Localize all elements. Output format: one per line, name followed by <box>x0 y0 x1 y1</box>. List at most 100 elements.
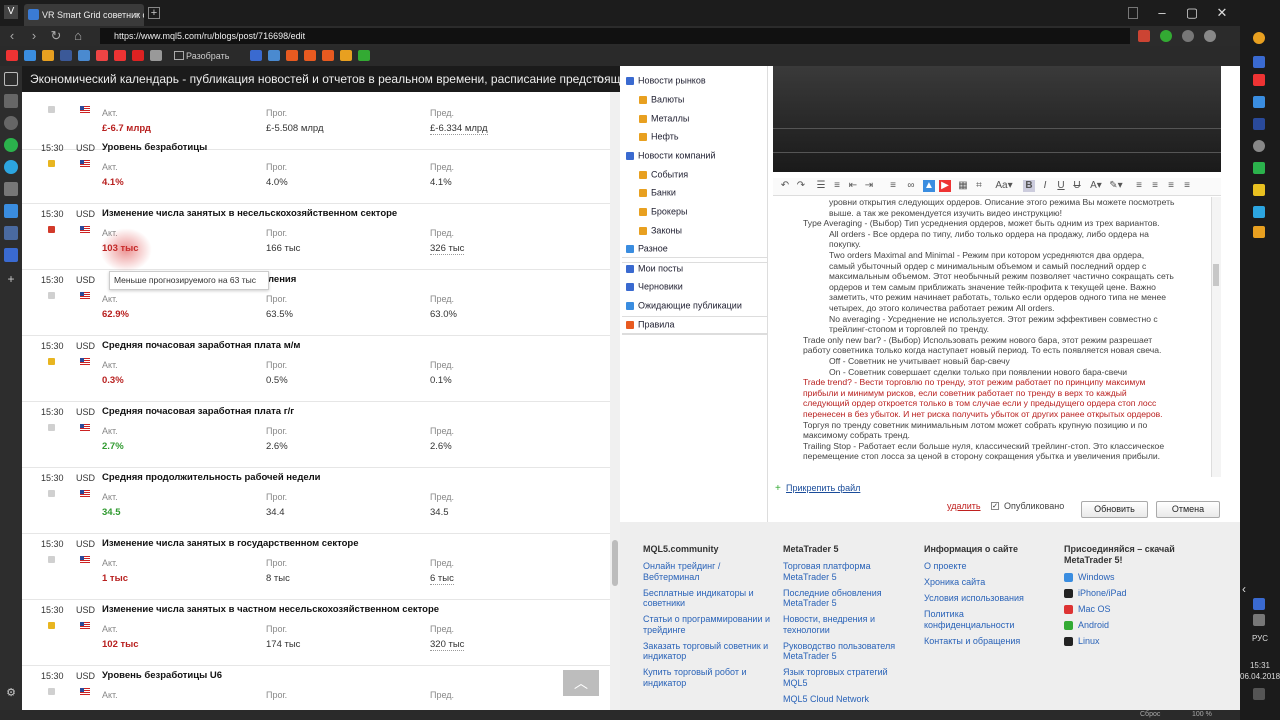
calendar-row[interactable]: 15:30 USD Изменение числа занятых в частно… <box>22 600 610 666</box>
footer-link[interactable]: Заказать торговый советник и индикатор <box>643 641 773 662</box>
footer-link[interactable]: Последние обновления MetaTrader 5 <box>783 588 913 609</box>
bookmarks-panel-icon[interactable] <box>4 72 18 86</box>
panel-icon[interactable] <box>4 182 18 196</box>
event-name[interactable]: Изменение числа занятых в государственно… <box>102 538 359 549</box>
trash-icon[interactable] <box>1128 7 1138 19</box>
footer-link[interactable]: Торговая платформа MetaTrader 5 <box>783 561 913 582</box>
footer-link[interactable]: Windows <box>1064 572 1214 583</box>
footer-link[interactable]: iPhone/iPad <box>1064 588 1214 599</box>
url-field[interactable]: https://www.mql5.com/ru/blogs/post/71669… <box>100 28 1130 44</box>
footer-link[interactable]: О проекте <box>924 561 1054 572</box>
category-item[interactable]: Правила <box>626 319 675 330</box>
highlight-color-icon[interactable]: ✎▾ <box>1107 180 1125 192</box>
app-icon[interactable] <box>1253 74 1265 86</box>
bookmark-icon[interactable] <box>268 50 280 61</box>
minimize-button[interactable]: – <box>1152 4 1172 22</box>
strikethrough-icon[interactable]: U <box>1071 180 1083 192</box>
bookmark-icon[interactable] <box>150 50 162 61</box>
tray-icon[interactable] <box>1253 598 1265 610</box>
chevron-left-icon[interactable]: ‹ <box>1242 582 1256 596</box>
bold-icon[interactable]: B <box>1023 180 1035 192</box>
category-item[interactable]: Банки <box>639 187 676 198</box>
event-name[interactable]: Изменение числа занятых в частном несель… <box>102 604 439 615</box>
category-item[interactable]: Разное <box>626 243 668 254</box>
bookmark-icon[interactable] <box>78 50 90 61</box>
bookmark-icon[interactable] <box>96 50 108 61</box>
category-item[interactable]: События <box>639 169 688 180</box>
calendar-row[interactable]: 15:30 USD Изменение числа занятых в госуда… <box>22 534 610 600</box>
event-name[interactable]: Средняя почасовая заработная плата г/г <box>102 406 294 417</box>
calendar-row[interactable]: 15:30 USD Уровень безработицы Акт. 4.1% Прог.… <box>22 138 610 204</box>
clock[interactable]: 15:31 06.04.2018 <box>1240 660 1280 682</box>
footer-link[interactable]: Онлайн трейдинг / Вебтерминал <box>643 561 773 582</box>
footer-link[interactable]: Linux <box>1064 636 1214 647</box>
bookmark-icon[interactable] <box>250 50 262 61</box>
text-color-icon[interactable]: A▾ <box>1087 180 1105 192</box>
code-icon[interactable]: ⌗ <box>973 180 985 192</box>
bullet-list-icon[interactable]: ☰ <box>815 180 827 192</box>
calendar-scroll-thumb[interactable] <box>612 540 618 586</box>
notifications-icon[interactable] <box>1253 688 1265 700</box>
zoom-level[interactable]: 100 % <box>1192 710 1212 720</box>
align-right-icon[interactable]: ≡ <box>1165 180 1177 192</box>
calendar-row[interactable]: 15:30 USD Уровень безработицы U6 Акт. Прог. П… <box>22 666 610 712</box>
bookmark-icon[interactable] <box>6 50 18 61</box>
category-item[interactable]: Нефть <box>639 131 679 142</box>
category-item[interactable]: Новости компаний <box>626 150 715 161</box>
close-window-button[interactable]: ✕ <box>1212 4 1232 22</box>
footer-link[interactable]: Руководство пользователя MetaTrader 5 <box>783 641 913 662</box>
align-justify-icon[interactable]: ≡ <box>1181 180 1193 192</box>
calendar-scrollbar[interactable] <box>610 92 620 712</box>
delete-link[interactable]: удалить <box>947 501 981 511</box>
attach-file-link[interactable]: Прикрепить файл <box>786 483 860 493</box>
forward-icon[interactable]: › <box>26 28 42 44</box>
footer-link[interactable]: Язык торговых стратегий MQL5 <box>783 667 913 688</box>
published-checkbox[interactable]: ✓ <box>991 502 999 510</box>
downloads-panel-icon[interactable] <box>4 94 18 108</box>
whatsapp-icon[interactable] <box>4 138 18 152</box>
scroll-to-top-button[interactable]: ︿ <box>563 670 599 696</box>
add-panel-icon[interactable]: + <box>4 272 18 286</box>
app-icon[interactable] <box>1253 184 1265 196</box>
event-name[interactable]: Средняя продолжительность рабочей недели <box>102 472 321 483</box>
new-tab-button[interactable]: + <box>148 7 160 19</box>
extension-icon[interactable] <box>1138 30 1150 42</box>
undo-icon[interactable]: ↶ <box>779 180 791 192</box>
align-left-icon[interactable]: ≡ <box>1133 180 1145 192</box>
footer-link[interactable]: Новости, внедрения и технологии <box>783 614 913 635</box>
speaker-icon[interactable] <box>1253 614 1265 626</box>
home-icon[interactable]: ⌂ <box>70 28 86 44</box>
event-name[interactable]: Уровень безработицы U6 <box>102 670 222 681</box>
app-icon[interactable] <box>1253 206 1265 218</box>
chrome-icon[interactable] <box>1253 32 1265 44</box>
event-name[interactable]: ления <box>268 274 296 285</box>
category-item[interactable]: Законы <box>639 225 682 236</box>
bookmark-folder-label[interactable]: Разобрать <box>186 48 229 64</box>
link-icon[interactable]: ∞ <box>905 180 917 192</box>
category-item[interactable]: Черновики <box>626 281 683 292</box>
extension-icon-2[interactable] <box>1182 30 1194 42</box>
footer-link[interactable]: Android <box>1064 620 1214 631</box>
back-icon[interactable]: ‹ <box>4 28 20 44</box>
telegram-icon[interactable] <box>4 160 18 174</box>
event-name[interactable]: Изменение числа занятых в несельскохозяй… <box>102 208 397 219</box>
panel-icon[interactable] <box>4 226 18 240</box>
footer-link[interactable]: Статьи о программировании и трейдинге <box>643 614 773 635</box>
calendar-row[interactable]: 15:30 USD Средняя почасовая заработная пла… <box>22 402 610 468</box>
event-name[interactable]: Уровень безработицы <box>102 142 207 153</box>
editor-scrollbar[interactable] <box>1211 197 1221 477</box>
tab-close-icon[interactable]: × <box>135 4 140 26</box>
bookmark-icon[interactable] <box>322 50 334 61</box>
footer-link[interactable]: Политика конфиденциальности <box>924 609 1054 630</box>
image-icon[interactable]: ▲ <box>923 180 935 192</box>
app-icon[interactable] <box>1253 226 1265 238</box>
history-panel-icon[interactable] <box>4 116 18 130</box>
indent-icon[interactable]: ⇥ <box>863 180 875 192</box>
bookmark-icon[interactable] <box>114 50 126 61</box>
italic-icon[interactable]: I <box>1039 180 1051 192</box>
cancel-button[interactable]: Отмена <box>1156 501 1220 518</box>
language-indicator[interactable]: РУС <box>1240 634 1280 643</box>
calendar-row[interactable]: 15:30 USD Средняя почасовая заработная пла… <box>22 336 610 402</box>
panel-icon[interactable] <box>4 248 18 262</box>
align-left-icon[interactable]: ≡ <box>887 180 899 192</box>
